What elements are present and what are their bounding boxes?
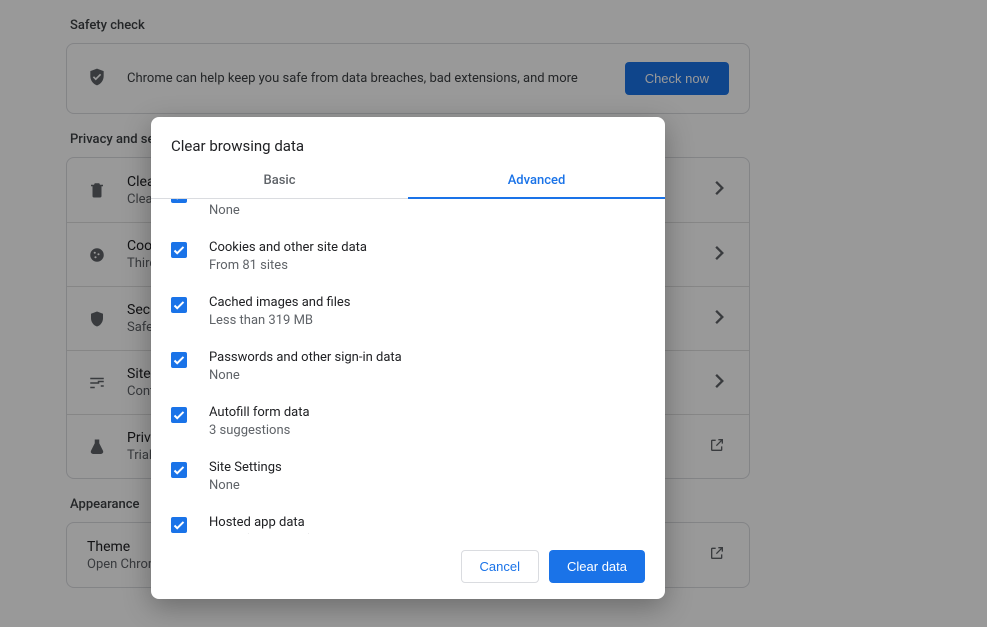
dialog-tabs: Basic Advanced bbox=[151, 173, 665, 199]
checkbox-passwords[interactable] bbox=[171, 352, 187, 368]
item-sub: Less than 319 MB bbox=[209, 313, 350, 328]
item-sub: None bbox=[209, 478, 282, 493]
checkbox-hosted-app-data[interactable] bbox=[171, 517, 187, 533]
checkbox-site-settings[interactable] bbox=[171, 462, 187, 478]
item-autofill: Autofill form data 3 suggestions bbox=[151, 393, 665, 448]
item-sub: 3 suggestions bbox=[209, 423, 310, 438]
tab-advanced[interactable]: Advanced bbox=[408, 173, 665, 198]
item-title: Passwords and other sign-in data bbox=[209, 350, 402, 365]
item-title: Download history bbox=[209, 199, 309, 200]
clear-data-button[interactable]: Clear data bbox=[549, 550, 645, 583]
item-sub: From 81 sites bbox=[209, 258, 367, 273]
item-cached-images: Cached images and files Less than 319 MB bbox=[151, 283, 665, 338]
item-download-history: Download history None bbox=[151, 199, 665, 228]
item-cookies: Cookies and other site data From 81 site… bbox=[151, 228, 665, 283]
checkbox-cached-images[interactable] bbox=[171, 297, 187, 313]
checkbox-autofill[interactable] bbox=[171, 407, 187, 423]
item-title: Cached images and files bbox=[209, 295, 350, 310]
checkbox-cookies[interactable] bbox=[171, 242, 187, 258]
item-title: Site Settings bbox=[209, 460, 282, 475]
clear-browsing-data-dialog: Clear browsing data Basic Advanced Downl… bbox=[151, 117, 665, 599]
item-site-settings: Site Settings None bbox=[151, 448, 665, 503]
tab-basic[interactable]: Basic bbox=[151, 173, 408, 198]
item-title: Cookies and other site data bbox=[209, 240, 367, 255]
item-sub: None bbox=[209, 368, 402, 383]
cancel-button[interactable]: Cancel bbox=[461, 550, 539, 583]
checkbox-download-history[interactable] bbox=[171, 199, 187, 203]
item-title: Hosted app data bbox=[209, 515, 313, 530]
dialog-scroll-area[interactable]: Download history None Cookies and other … bbox=[151, 199, 665, 534]
item-hosted-app-data: Hosted app data 1 app (Web Store) bbox=[151, 503, 665, 534]
item-sub: None bbox=[209, 203, 309, 218]
item-title: Autofill form data bbox=[209, 405, 310, 420]
dialog-actions: Cancel Clear data bbox=[151, 534, 665, 599]
item-passwords: Passwords and other sign-in data None bbox=[151, 338, 665, 393]
dialog-title: Clear browsing data bbox=[151, 117, 665, 173]
